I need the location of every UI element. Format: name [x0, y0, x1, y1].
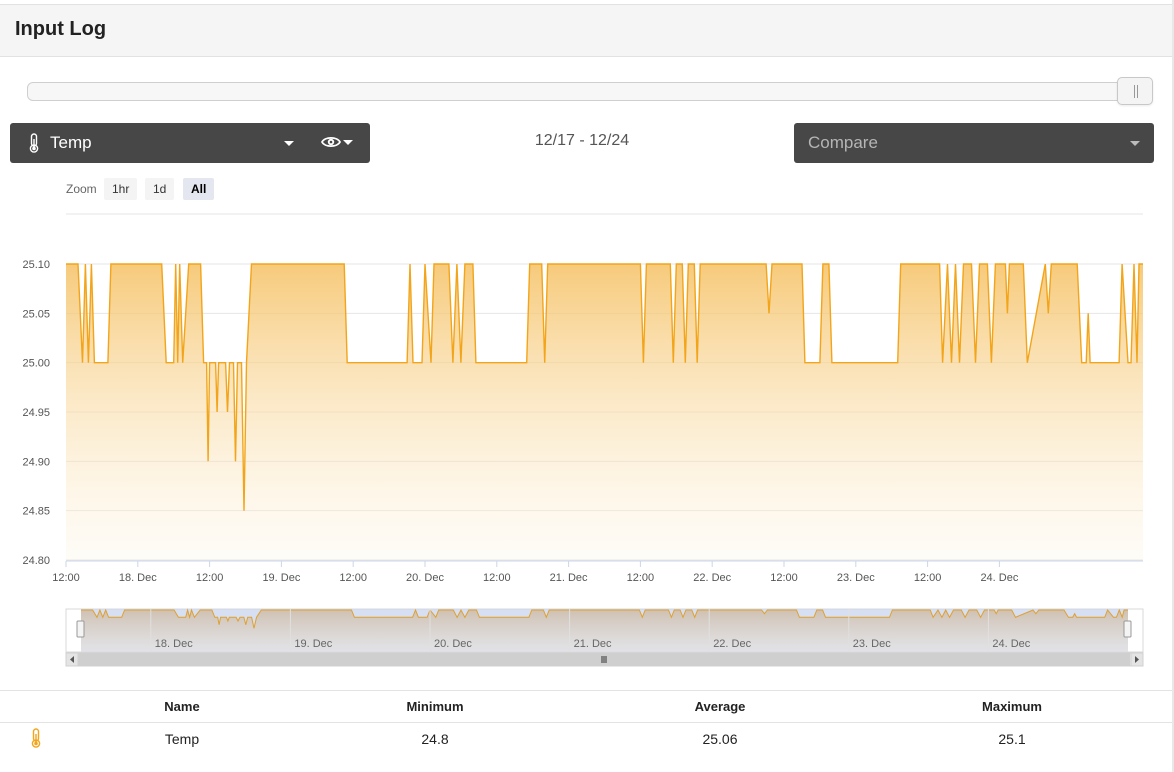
- navigator-left-handle[interactable]: [76, 620, 85, 638]
- date-range-label: 12/17 - 12/24: [534, 132, 630, 149]
- x-tick-label: 19. Dec: [262, 572, 300, 584]
- eye-icon: [321, 136, 341, 148]
- compare-select-placeholder: Compare: [808, 133, 878, 152]
- chart-navigator[interactable]: 18. Dec 19. Dec 20. Dec 21. Dec 22. Dec 23. D…: [65, 608, 1144, 667]
- page-title: Input Log: [15, 18, 107, 40]
- x-tick-label: 12:00: [196, 572, 224, 584]
- navigator-tick-label: 20. Dec: [434, 638, 472, 650]
- y-tick-label: 25.00: [22, 358, 50, 370]
- x-tick-label: 12:00: [914, 572, 942, 584]
- sensor-select-label: Temp: [50, 133, 92, 152]
- navigator-tick-label: 21. Dec: [574, 638, 612, 650]
- thermometer-icon: [28, 728, 44, 751]
- x-tick-label: 22. Dec: [693, 572, 731, 584]
- y-tick-label: 25.10: [22, 259, 50, 271]
- zoom-1hr-button[interactable]: 1hr: [104, 178, 138, 200]
- x-tick-label: 12:00: [52, 572, 80, 584]
- x-tick-label: 12:00: [770, 572, 798, 584]
- page-header: Input Log: [0, 4, 1172, 57]
- x-tick-label: 21. Dec: [550, 572, 588, 584]
- visibility-toggle[interactable]: [321, 134, 361, 154]
- x-tick-label: 20. Dec: [406, 572, 444, 584]
- navigator-tick-label: 23. Dec: [853, 638, 891, 650]
- x-tick-label: 18. Dec: [119, 572, 157, 584]
- x-tick-label: 23. Dec: [837, 572, 875, 584]
- y-tick-label: 25.05: [22, 308, 50, 320]
- x-tick-label: 24. Dec: [980, 572, 1018, 584]
- navigator-tick-label: 18. Dec: [155, 638, 193, 650]
- navigator-tick-label: 22. Dec: [713, 638, 751, 650]
- row-maximum: 25.1: [998, 731, 1026, 747]
- column-header-name: Name: [164, 699, 200, 714]
- thermometer-icon: [28, 133, 40, 158]
- date-range-slider-track[interactable]: [27, 82, 1149, 101]
- stats-table-header: Name Minimum Average Maximum: [0, 690, 1172, 723]
- row-minimum: 24.8: [421, 731, 449, 747]
- row-average: 25.06: [702, 731, 738, 747]
- table-row: Temp 24.8 25.06 25.1: [0, 724, 1172, 760]
- x-tick-label: 12:00: [627, 572, 655, 584]
- column-header-average: Average: [694, 699, 746, 714]
- x-tick-label: 12:00: [339, 572, 367, 584]
- date-range-slider-handle[interactable]: [1117, 77, 1153, 105]
- column-header-minimum: Minimum: [406, 699, 464, 714]
- navigator-right-handle[interactable]: [1123, 620, 1132, 638]
- navigator-tick-label: 19. Dec: [294, 638, 332, 650]
- chevron-down-icon: [1130, 141, 1140, 146]
- compare-select[interactable]: Compare: [794, 123, 1154, 163]
- y-tick-label: 24.95: [22, 407, 50, 419]
- y-tick-label: 24.85: [22, 506, 50, 518]
- y-tick-label: 24.90: [22, 456, 50, 468]
- chevron-down-icon: [284, 141, 294, 146]
- sensor-select[interactable]: Temp: [10, 123, 370, 163]
- zoom-1d-button[interactable]: 1d: [145, 178, 175, 200]
- navigator-tick-label: 24. Dec: [992, 638, 1030, 650]
- y-axis: 25.10 25.05 25.00 24.95 24.90 24.85 24.80: [22, 259, 50, 567]
- zoom-all-button[interactable]: All: [183, 178, 215, 200]
- y-tick-label: 24.80: [22, 555, 50, 567]
- x-axis: 12:00 18. Dec 12:00 19. Dec 12:00 20. Dec 12:0…: [52, 561, 1019, 584]
- column-header-maximum: Maximum: [982, 699, 1042, 714]
- zoom-label: Zoom: [66, 182, 97, 196]
- x-tick-label: 12:00: [483, 572, 511, 584]
- visibility-dropdown-caret-icon: [343, 140, 353, 145]
- temperature-chart[interactable]: 25.10 25.05 25.00 24.95 24.90 24.85 24.80 12:0…: [0, 205, 1172, 670]
- row-name: Temp: [164, 731, 200, 747]
